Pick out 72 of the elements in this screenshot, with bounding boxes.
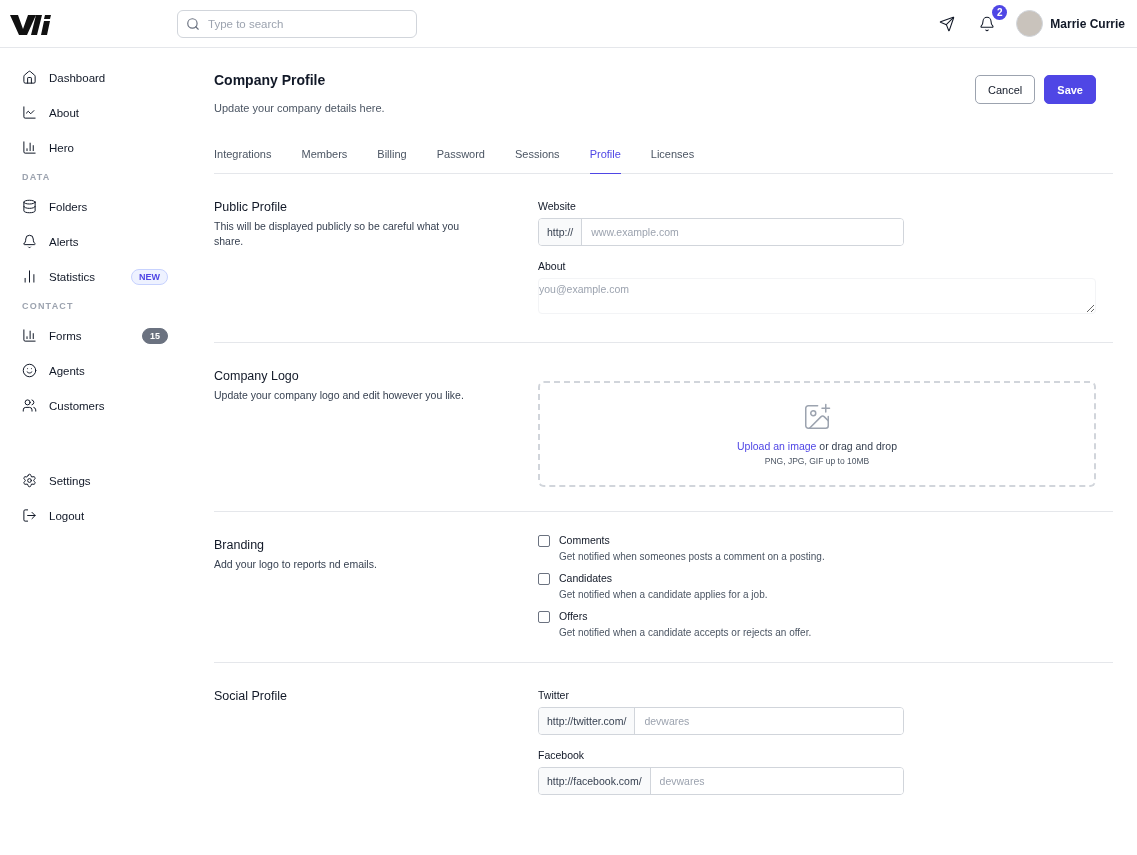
upload-link[interactable]: Upload an image bbox=[737, 440, 817, 452]
sidebar-item[interactable]: Statistics NEW bbox=[22, 259, 190, 294]
checkbox[interactable] bbox=[538, 573, 550, 585]
input-field[interactable]: http:// www.example.com bbox=[538, 218, 904, 246]
section-description: Update your company logo and edit however you like. bbox=[214, 388, 465, 403]
bar-chart-icon bbox=[22, 269, 37, 284]
checkbox[interactable] bbox=[538, 535, 550, 547]
smiley-face-icon bbox=[22, 363, 37, 378]
search-icon bbox=[186, 16, 200, 31]
sidebar-item[interactable]: Dashboard bbox=[22, 60, 190, 95]
notification-count: 2 bbox=[992, 4, 1008, 20]
logout-icon bbox=[22, 508, 37, 523]
image-add-icon bbox=[802, 402, 832, 432]
upload-hint: PNG, JPG, GIF up to 10MB bbox=[764, 456, 870, 466]
checkbox-hint: Get notified when a candidate accepts or rejects an offer. bbox=[559, 627, 812, 638]
sidebar-item[interactable]: Folders bbox=[22, 189, 190, 224]
tab[interactable]: Password bbox=[436, 144, 485, 174]
save-button[interactable]: Save bbox=[1044, 75, 1096, 104]
field-label: Website bbox=[538, 200, 577, 212]
page-subtitle: Update your company details here. bbox=[214, 102, 385, 114]
sidebar-item[interactable]: Alerts bbox=[22, 224, 190, 259]
tab[interactable]: Members bbox=[301, 144, 348, 174]
section-title: Branding bbox=[214, 538, 266, 552]
bar-chart-icon bbox=[22, 328, 37, 343]
database-icon bbox=[22, 199, 37, 214]
sidebar-item[interactable]: Agents bbox=[22, 353, 190, 388]
field-label: About bbox=[538, 260, 567, 272]
sidebar-item[interactable]: Hero bbox=[22, 130, 190, 165]
input-field[interactable]: http://facebook.com/ devwares bbox=[538, 767, 904, 795]
notifications-icon[interactable] bbox=[979, 15, 996, 32]
section-title: Public Profile bbox=[214, 200, 288, 214]
tab[interactable]: Billing bbox=[377, 144, 407, 174]
upload-dropzone[interactable]: Upload an image or drag and drop PNG, JPG, GIF up to 10MB bbox=[538, 381, 1096, 487]
sidebar-heading: DATA bbox=[22, 171, 52, 184]
sidebar-item[interactable]: Logout bbox=[22, 498, 190, 533]
tab[interactable]: Sessions bbox=[515, 144, 560, 174]
checkbox-hint: Get notified when a candidate applies for a job. bbox=[559, 589, 768, 600]
input-field[interactable]: http://twitter.com/ devwares bbox=[538, 707, 904, 735]
tab[interactable]: Profile bbox=[589, 144, 621, 174]
bell-icon bbox=[22, 234, 37, 249]
page-title: Company Profile bbox=[214, 72, 327, 88]
tab[interactable]: Licenses bbox=[650, 144, 695, 174]
bar-chart-icon bbox=[22, 140, 37, 155]
checkbox[interactable] bbox=[538, 611, 550, 623]
section-description: This will be displayed publicly so be careful what you share. bbox=[214, 219, 461, 249]
badge: NEW bbox=[131, 268, 168, 285]
sidebar-item[interactable]: Forms 15 bbox=[22, 318, 190, 353]
tab[interactable]: Integrations bbox=[214, 144, 272, 174]
checkbox-hint: Get notified when someones posts a comment on a posting. bbox=[559, 551, 825, 562]
sidebar-item[interactable]: Settings bbox=[22, 463, 190, 498]
search-field[interactable]: Type to search bbox=[177, 9, 417, 38]
sidebar-item[interactable]: Customers bbox=[22, 388, 190, 423]
checkbox-label: Offers bbox=[559, 610, 589, 622]
users-icon bbox=[22, 398, 37, 413]
cancel-button[interactable]: Cancel bbox=[975, 75, 1036, 104]
sidebar-item[interactable]: About bbox=[22, 95, 190, 130]
line-chart-icon bbox=[22, 105, 37, 120]
home-icon bbox=[22, 70, 37, 85]
section-title: Company Logo bbox=[214, 369, 300, 383]
section-title: Social Profile bbox=[214, 689, 288, 703]
badge: 15 bbox=[142, 327, 168, 344]
sidebar-heading: CONTACT bbox=[22, 300, 75, 313]
paper-plane-icon[interactable] bbox=[939, 15, 956, 32]
user-name: Marrie Currie bbox=[1050, 16, 1125, 31]
section-description: Add your logo to reports nd emails. bbox=[214, 557, 378, 572]
field-label: Facebook bbox=[538, 749, 586, 761]
checkbox-label: Candidates bbox=[559, 572, 614, 584]
settings-icon bbox=[22, 473, 37, 488]
text-area[interactable]: you@example.com bbox=[538, 278, 1096, 314]
upload-text: Upload an image or drag and drop bbox=[737, 440, 897, 452]
checkbox-label: Comments bbox=[559, 534, 611, 546]
field-label: Twitter bbox=[538, 689, 570, 701]
